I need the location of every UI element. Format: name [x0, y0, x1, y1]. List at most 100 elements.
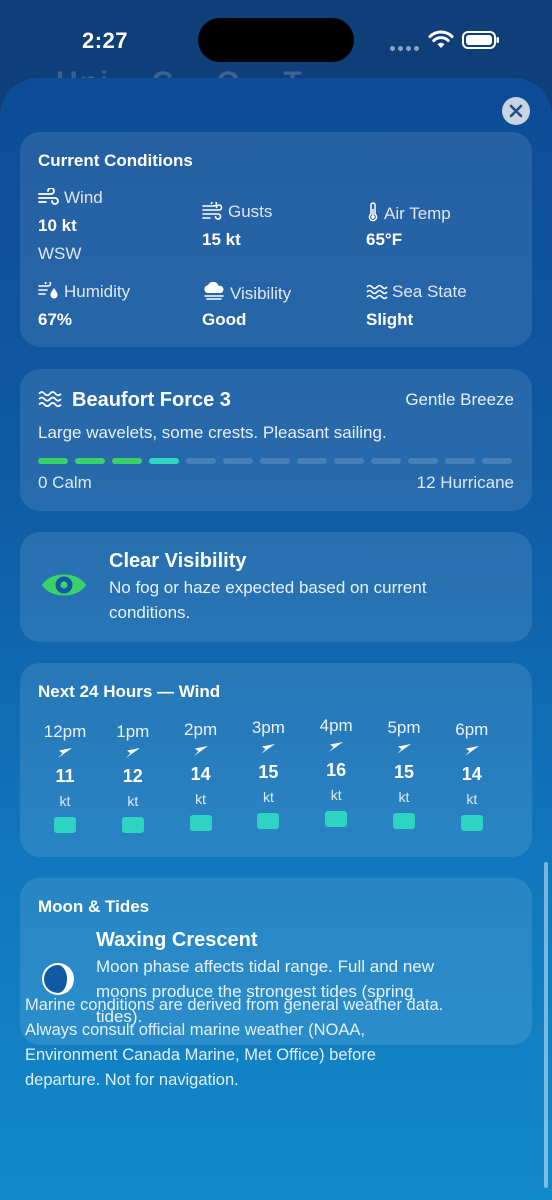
- beaufort-scale-segment: [112, 458, 142, 464]
- beaufort-scale-segment: [445, 458, 475, 464]
- visibility-card: Clear Visibility No fog or haze expected…: [20, 532, 532, 642]
- beaufort-card: Beaufort Force 3 Gentle Breeze Large wav…: [20, 369, 532, 511]
- forecast-hour-speed: 16: [326, 760, 347, 780]
- beaufort-scale-segment: [297, 458, 327, 464]
- humidity-label: Humidity: [64, 282, 131, 301]
- forecast-hour-bar: [54, 817, 76, 833]
- beaufort-header: Beaufort Force 3: [38, 388, 231, 412]
- forecast-hour-unit: kt: [262, 789, 274, 805]
- forecast-hour-bar: [121, 817, 144, 833]
- forecast-hour: 4pm 16 kt: [306, 716, 366, 827]
- visibility-label: Visibility: [230, 284, 292, 303]
- forecast-hour-unit: kt: [59, 793, 71, 809]
- disclaimer-line-4: departure. Not for navigation.: [25, 1071, 239, 1089]
- beaufort-scale-segment: [408, 458, 438, 464]
- waves-icon: [38, 391, 62, 408]
- forecast-hour-unit: kt: [398, 789, 410, 805]
- cellular-signal-icon: [390, 38, 422, 51]
- wind-direction-arrow-icon: [374, 738, 434, 760]
- marine-conditions-sheet: Current Conditions Wind 10 kt WSW Gusts: [0, 78, 552, 1200]
- forecast-hour-time: 2pm: [184, 720, 218, 739]
- disclaimer-line-1: Marine conditions are derived from gener…: [25, 996, 444, 1014]
- scroll-indicator[interactable]: [544, 862, 548, 1188]
- forecast-hour-bar: [189, 815, 212, 831]
- moon-desc-1: Moon phase affects tidal range. Full and…: [96, 957, 435, 976]
- forecast-hour-bar: [393, 813, 415, 829]
- forecast-hour-bar: [460, 815, 483, 831]
- forecast-hour-speed: 11: [55, 766, 75, 786]
- eye-icon: [40, 569, 88, 606]
- air-temp-value: 65°F: [366, 230, 403, 249]
- visibility-card-desc-2: conditions.: [109, 603, 191, 622]
- forecast-hour-unit: kt: [195, 791, 207, 807]
- humidity-icon: [38, 280, 58, 299]
- battery-icon: [462, 30, 500, 50]
- thermometer-icon: [368, 202, 378, 222]
- moon-phase: Waxing Crescent: [96, 929, 258, 951]
- humidity-value: 67%: [38, 310, 73, 329]
- status-time: 2:27: [82, 28, 129, 53]
- forecast-hour-time: 1pm: [116, 722, 150, 741]
- humidity-metric: Humidity: [38, 280, 131, 302]
- beaufort-scale-segment: [75, 458, 105, 464]
- visibility-card-title: Clear Visibility: [109, 550, 247, 572]
- wind-metric: Wind: [38, 187, 103, 208]
- forecast-hour: 12pm 11 kt: [35, 722, 95, 833]
- beaufort-scale-segment: [223, 458, 253, 464]
- dynamic-island: [198, 18, 354, 62]
- forecast-hour-bar: [325, 811, 348, 827]
- forecast-hour-speed: 12: [122, 766, 143, 786]
- wind-direction-arrow-icon: [171, 740, 231, 762]
- current-conditions-card: Current Conditions Wind 10 kt WSW Gusts: [20, 132, 532, 347]
- forecast-hour-bar: [257, 813, 280, 829]
- beaufort-scale-segment: [371, 458, 401, 464]
- forecast-hour: 5pm 15 kt: [374, 718, 434, 829]
- forecast-hour: 6pm 14 kt: [442, 720, 502, 831]
- close-icon: [509, 104, 523, 118]
- visibility-metric: Visibility: [202, 281, 292, 304]
- forecast-hour: 2pm 14 kt: [171, 720, 231, 831]
- disclaimer-line-3: Environment Canada Marine, Met Office) b…: [25, 1046, 376, 1064]
- forecast-hour-speed: 14: [461, 764, 482, 784]
- forecast-card: Next 24 Hours — Wind 12pm 11 kt 1pm 12 kt 2pm 1…: [20, 663, 532, 857]
- forecast-hour-speed: 15: [393, 762, 415, 782]
- gusts-value: 15 kt: [202, 230, 241, 249]
- forecast-hour-time: 4pm: [319, 716, 353, 735]
- beaufort-scale-max: 12 Hurricane: [416, 473, 514, 492]
- visibility-value: Good: [202, 310, 247, 329]
- forecast-title: Next 24 Hours — Wind: [38, 682, 221, 701]
- sea-state-value: Slight: [366, 310, 414, 329]
- beaufort-scale-min: 0 Calm: [38, 473, 92, 492]
- gusts-metric: Gusts: [202, 200, 272, 222]
- close-button[interactable]: [502, 97, 530, 125]
- beaufort-scale-segment: [38, 458, 68, 464]
- visibility-card-desc-1: No fog or haze expected based on current: [109, 578, 427, 597]
- forecast-hour-unit: kt: [330, 787, 342, 803]
- beaufort-scale-segment: [149, 458, 179, 464]
- wifi-icon: [428, 30, 454, 50]
- wind-direction-arrow-icon: [238, 738, 298, 760]
- forecast-hour-time: 12pm: [43, 722, 87, 741]
- gusts-icon: [202, 200, 223, 220]
- wind-value: 10 kt: [38, 216, 77, 235]
- waves-icon: [366, 284, 388, 300]
- beaufort-scale-segment: [482, 458, 512, 464]
- forecast-hour-time: 5pm: [387, 718, 421, 737]
- sea-state-label: Sea State: [392, 282, 467, 301]
- wind-icon: [38, 187, 59, 205]
- cloud-fog-icon: [204, 281, 224, 300]
- wind-direction-arrow-icon: [103, 742, 163, 764]
- disclaimer-line-2: Always consult official marine weather (…: [25, 1021, 365, 1039]
- disclaimer: Marine conditions are derived from gener…: [25, 993, 525, 1093]
- beaufort-scale-segment: [186, 458, 216, 464]
- air-temp-metric: Air Temp: [366, 202, 451, 224]
- forecast-hour-unit: kt: [127, 793, 139, 809]
- wind-direction-arrow-icon: [442, 740, 502, 762]
- beaufort-description: Large wavelets, some crests. Pleasant sa…: [38, 423, 387, 442]
- sea-state-metric: Sea State: [366, 282, 467, 302]
- forecast-hour: 3pm 15 kt: [238, 718, 298, 829]
- air-temp-label: Air Temp: [384, 204, 451, 223]
- beaufort-scale-segment: [260, 458, 290, 464]
- moon-title: Moon & Tides: [38, 897, 150, 916]
- beaufort-name: Gentle Breeze: [405, 390, 514, 409]
